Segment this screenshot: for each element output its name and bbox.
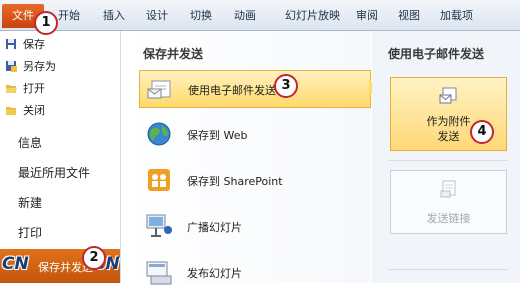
tab-transitions[interactable]: 切换: [190, 7, 212, 25]
option-publish-slides-label: 发布幻灯片: [187, 267, 242, 280]
broadcast-icon: [145, 212, 173, 240]
callout-1: 1: [34, 11, 58, 35]
divider: [388, 160, 508, 161]
nav-save[interactable]: 保存: [5, 35, 45, 55]
callout-2: 2: [82, 246, 106, 270]
tab-review[interactable]: 审阅: [356, 7, 378, 25]
attachment-email-icon: [439, 86, 459, 106]
nav-info[interactable]: 信息: [18, 132, 42, 154]
save-icon: [5, 37, 17, 49]
nav-close-label: 关闭: [23, 104, 45, 117]
ribbon-tab-bar: 文件 开始 插入 设计 切换 动画 幻灯片放映 审阅 视图 加载项: [0, 0, 520, 31]
tab-insert[interactable]: 插入: [103, 7, 125, 25]
nav-save-label: 保存: [23, 38, 45, 51]
option-broadcast[interactable]: 广播幻灯片: [139, 208, 369, 244]
save-as-icon: [5, 59, 17, 72]
tab-addins[interactable]: 加载项: [440, 7, 473, 25]
publish-slides-icon: [145, 258, 173, 286]
globe-icon: [145, 120, 173, 148]
callout-3: 3: [274, 74, 298, 98]
tab-home[interactable]: 开始: [58, 7, 80, 25]
nav-open-label: 打开: [23, 82, 45, 95]
email-send-panel: 使用电子邮件发送 作为附件 发送 发送链接: [372, 31, 520, 283]
backstage-nav: 保存 另存为 打开 关闭 信息 最近所用文件 新建 打印 保存并发送 CN CN: [0, 31, 121, 283]
nav-open[interactable]: 打开: [5, 79, 45, 99]
send-link-label: 发送链接: [426, 212, 471, 225]
divider: [388, 269, 508, 270]
nav-close[interactable]: 关闭: [5, 101, 45, 121]
send-link-button[interactable]: 发送链接: [390, 170, 507, 234]
save-send-title: 保存并发送: [143, 47, 204, 61]
nav-print[interactable]: 打印: [18, 222, 42, 244]
tab-view[interactable]: 视图: [398, 7, 420, 25]
option-publish-slides[interactable]: 发布幻灯片: [139, 254, 369, 290]
nav-recent[interactable]: 最近所用文件: [18, 162, 90, 184]
callout-4: 4: [470, 120, 494, 144]
watermark-logo-left: CN: [2, 254, 29, 274]
email-icon: [146, 75, 174, 103]
nav-save-as[interactable]: 另存为: [5, 57, 56, 77]
option-save-web-label: 保存到 Web: [187, 129, 248, 142]
option-save-sharepoint-label: 保存到 SharePoint: [187, 175, 283, 188]
tab-design[interactable]: 设计: [146, 7, 168, 25]
tab-animations[interactable]: 动画: [234, 7, 256, 25]
email-send-title: 使用电子邮件发送: [388, 47, 485, 61]
tab-slideshow[interactable]: 幻灯片放映: [285, 7, 340, 25]
nav-save-as-label: 另存为: [23, 60, 56, 73]
option-save-web[interactable]: 保存到 Web: [139, 116, 369, 152]
link-document-icon: [439, 179, 459, 199]
option-send-email[interactable]: 使用电子邮件发送: [139, 70, 371, 108]
sharepoint-icon: [145, 166, 173, 194]
save-send-options-panel: 保存并发送 使用电子邮件发送 保存到 Web 保存到 SharePoint 广播…: [121, 31, 377, 285]
folder-open-icon: [5, 81, 17, 93]
option-broadcast-label: 广播幻灯片: [187, 221, 242, 234]
nav-new[interactable]: 新建: [18, 192, 42, 214]
folder-close-icon: [5, 103, 17, 115]
option-send-email-label: 使用电子邮件发送: [188, 84, 276, 97]
option-save-sharepoint[interactable]: 保存到 SharePoint: [139, 162, 369, 198]
